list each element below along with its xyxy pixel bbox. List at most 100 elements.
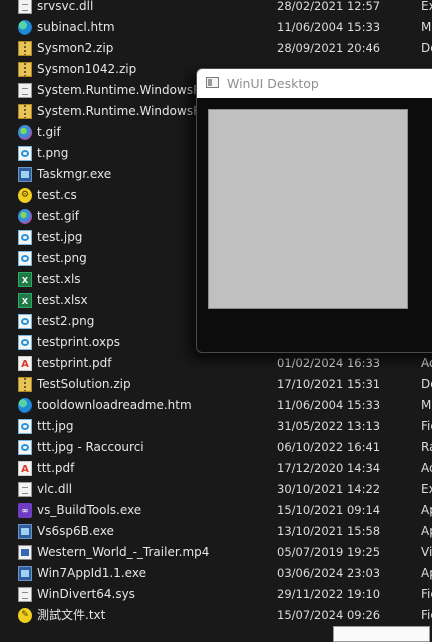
file-modified-date: 28/09/2021 20:46 — [277, 41, 381, 55]
file-row[interactable]: ttt.jpg 31/05/2022 13:13 Fic — [0, 416, 432, 437]
file-name: Sysmon2.zip — [37, 41, 114, 55]
file-type: Do — [421, 377, 432, 391]
file-name: testprint.pdf — [37, 356, 112, 370]
shortcut-image-icon — [18, 440, 32, 455]
zip-folder-icon — [18, 41, 32, 56]
zip-folder-icon — [18, 62, 32, 77]
file-row[interactable]: Sysmon2.zip 28/09/2021 20:46 Do — [0, 38, 432, 59]
file-name: subinacl.htm — [37, 20, 115, 34]
file-modified-date: 03/06/2024 23:03 — [277, 566, 381, 580]
file-modified-date: 05/07/2019 19:25 — [277, 545, 381, 559]
file-row[interactable]: vlc.dll 30/10/2021 14:22 Ex — [0, 479, 432, 500]
file-type: Ac — [421, 461, 432, 475]
pdf-file-icon: A — [18, 461, 32, 476]
file-name: tooldownloadreadme.htm — [37, 398, 192, 412]
png-image-icon — [18, 251, 32, 266]
sys-file-icon — [18, 587, 32, 602]
edge-html-icon — [18, 398, 32, 413]
oxps-file-icon — [18, 335, 32, 350]
file-row[interactable]: ∞ vs_BuildTools.exe 15/10/2021 09:14 Ap — [0, 500, 432, 521]
file-name: ttt.jpg - Raccourci — [37, 440, 144, 454]
file-row[interactable]: Western_World_-_Trailer.mp4 05/07/2019 19… — [0, 542, 432, 563]
file-type: Ac — [421, 356, 432, 370]
file-type: Fic — [421, 587, 432, 601]
png-image-icon — [18, 146, 32, 161]
file-type: Ap — [421, 503, 432, 517]
jpg-image-icon — [18, 230, 32, 245]
text-file-icon: ✎ — [18, 608, 32, 623]
pdf-file-icon: A — [18, 356, 32, 371]
file-type: Fic — [421, 608, 432, 622]
file-row[interactable]: Win7AppId1.1.exe 03/06/2024 23:03 Ap — [0, 563, 432, 584]
file-modified-date: 17/10/2021 15:31 — [277, 377, 381, 391]
excel-file-icon: X — [18, 293, 32, 308]
csharp-file-icon: ⚙ — [18, 188, 32, 203]
exe-app-icon — [18, 167, 32, 182]
file-modified-date: 11/06/2004 15:33 — [277, 20, 381, 34]
file-modified-date: 17/12/2020 14:34 — [277, 461, 381, 475]
excel-file-icon: X — [18, 272, 32, 287]
bottom-edge-field[interactable] — [333, 626, 430, 642]
file-row[interactable]: Atestprint.pdf 01/02/2024 16:33 Ac — [0, 353, 432, 374]
video-file-icon — [18, 545, 32, 560]
file-name: ttt.pdf — [37, 461, 75, 475]
file-row[interactable]: srvsvc.dll 28/02/2021 12:57 Ex — [0, 0, 432, 17]
file-type: Ex — [421, 482, 432, 496]
file-name: WinDivert64.sys — [37, 587, 135, 601]
file-name: Win7AppId1.1.exe — [37, 566, 146, 580]
file-type: Ra — [421, 440, 432, 454]
window-title: WinUI Desktop — [227, 76, 319, 91]
file-row[interactable]: ✎ 測試文件.txt 15/07/2024 09:26 Fic — [0, 605, 432, 626]
zip-folder-icon — [18, 104, 32, 119]
file-type: Do — [421, 41, 432, 55]
gray-canvas-panel[interactable] — [208, 109, 408, 309]
file-row[interactable]: subinacl.htm 11/06/2004 15:33 M — [0, 17, 432, 38]
file-name: Vs6sp6B.exe — [37, 524, 114, 538]
gif-image-icon — [18, 209, 32, 224]
dll-file-icon — [18, 83, 32, 98]
file-modified-date: 15/07/2024 09:26 — [277, 608, 381, 622]
edge-html-icon — [18, 20, 32, 35]
file-name: Western_World_-_Trailer.mp4 — [37, 545, 210, 559]
dll-file-icon — [18, 482, 32, 497]
file-name: TestSolution.zip — [37, 377, 131, 391]
setup-exe-icon — [18, 524, 32, 539]
file-name: vlc.dll — [37, 482, 73, 496]
file-name: ttt.jpg — [37, 419, 74, 433]
file-row[interactable]: Vs6sp6B.exe 13/10/2021 15:58 Ap — [0, 521, 432, 542]
window-titlebar[interactable]: WinUI Desktop — [197, 69, 432, 98]
file-type: M — [421, 20, 432, 34]
dll-file-icon — [18, 0, 32, 14]
file-name: 測試文件.txt — [37, 608, 106, 622]
file-type: Ap — [421, 566, 432, 580]
file-name: srvsvc.dll — [37, 0, 94, 13]
file-row[interactable]: Attt.pdf 17/12/2020 14:34 Ac — [0, 458, 432, 479]
app-window-icon — [206, 77, 219, 88]
png-image-icon — [18, 314, 32, 329]
file-modified-date: 06/10/2022 16:41 — [277, 440, 381, 454]
visual-studio-icon: ∞ — [18, 503, 32, 518]
gif-image-icon — [18, 125, 32, 140]
file-type: Ap — [421, 524, 432, 538]
file-type: M — [421, 398, 432, 412]
file-modified-date: 29/11/2022 19:10 — [277, 587, 381, 601]
exe-app-icon — [18, 566, 32, 581]
file-type: Ex — [421, 0, 432, 13]
file-name: vs_BuildTools.exe — [37, 503, 142, 517]
file-modified-date: 13/10/2021 15:58 — [277, 524, 381, 538]
file-row[interactable]: tooldownloadreadme.htm 11/06/2004 15:33 M — [0, 395, 432, 416]
file-modified-date: 15/10/2021 09:14 — [277, 503, 381, 517]
file-modified-date: 28/02/2021 12:57 — [277, 0, 381, 13]
file-modified-date: 11/06/2004 15:33 — [277, 398, 381, 412]
file-type: Fic — [421, 419, 432, 433]
file-row[interactable]: ttt.jpg - Raccourci 06/10/2022 16:41 Ra — [0, 437, 432, 458]
file-row[interactable]: WinDivert64.sys 29/11/2022 19:10 Fic — [0, 584, 432, 605]
zip-folder-icon — [18, 377, 32, 392]
file-modified-date: 01/02/2024 16:33 — [277, 356, 381, 370]
jpg-image-icon — [18, 419, 32, 434]
file-modified-date: 30/10/2021 14:22 — [277, 482, 381, 496]
winui-desktop-window[interactable]: WinUI Desktop — [196, 68, 432, 353]
file-type: Vi — [421, 545, 432, 559]
file-row[interactable]: TestSolution.zip 17/10/2021 15:31 Do — [0, 374, 432, 395]
file-modified-date: 31/05/2022 13:13 — [277, 419, 381, 433]
